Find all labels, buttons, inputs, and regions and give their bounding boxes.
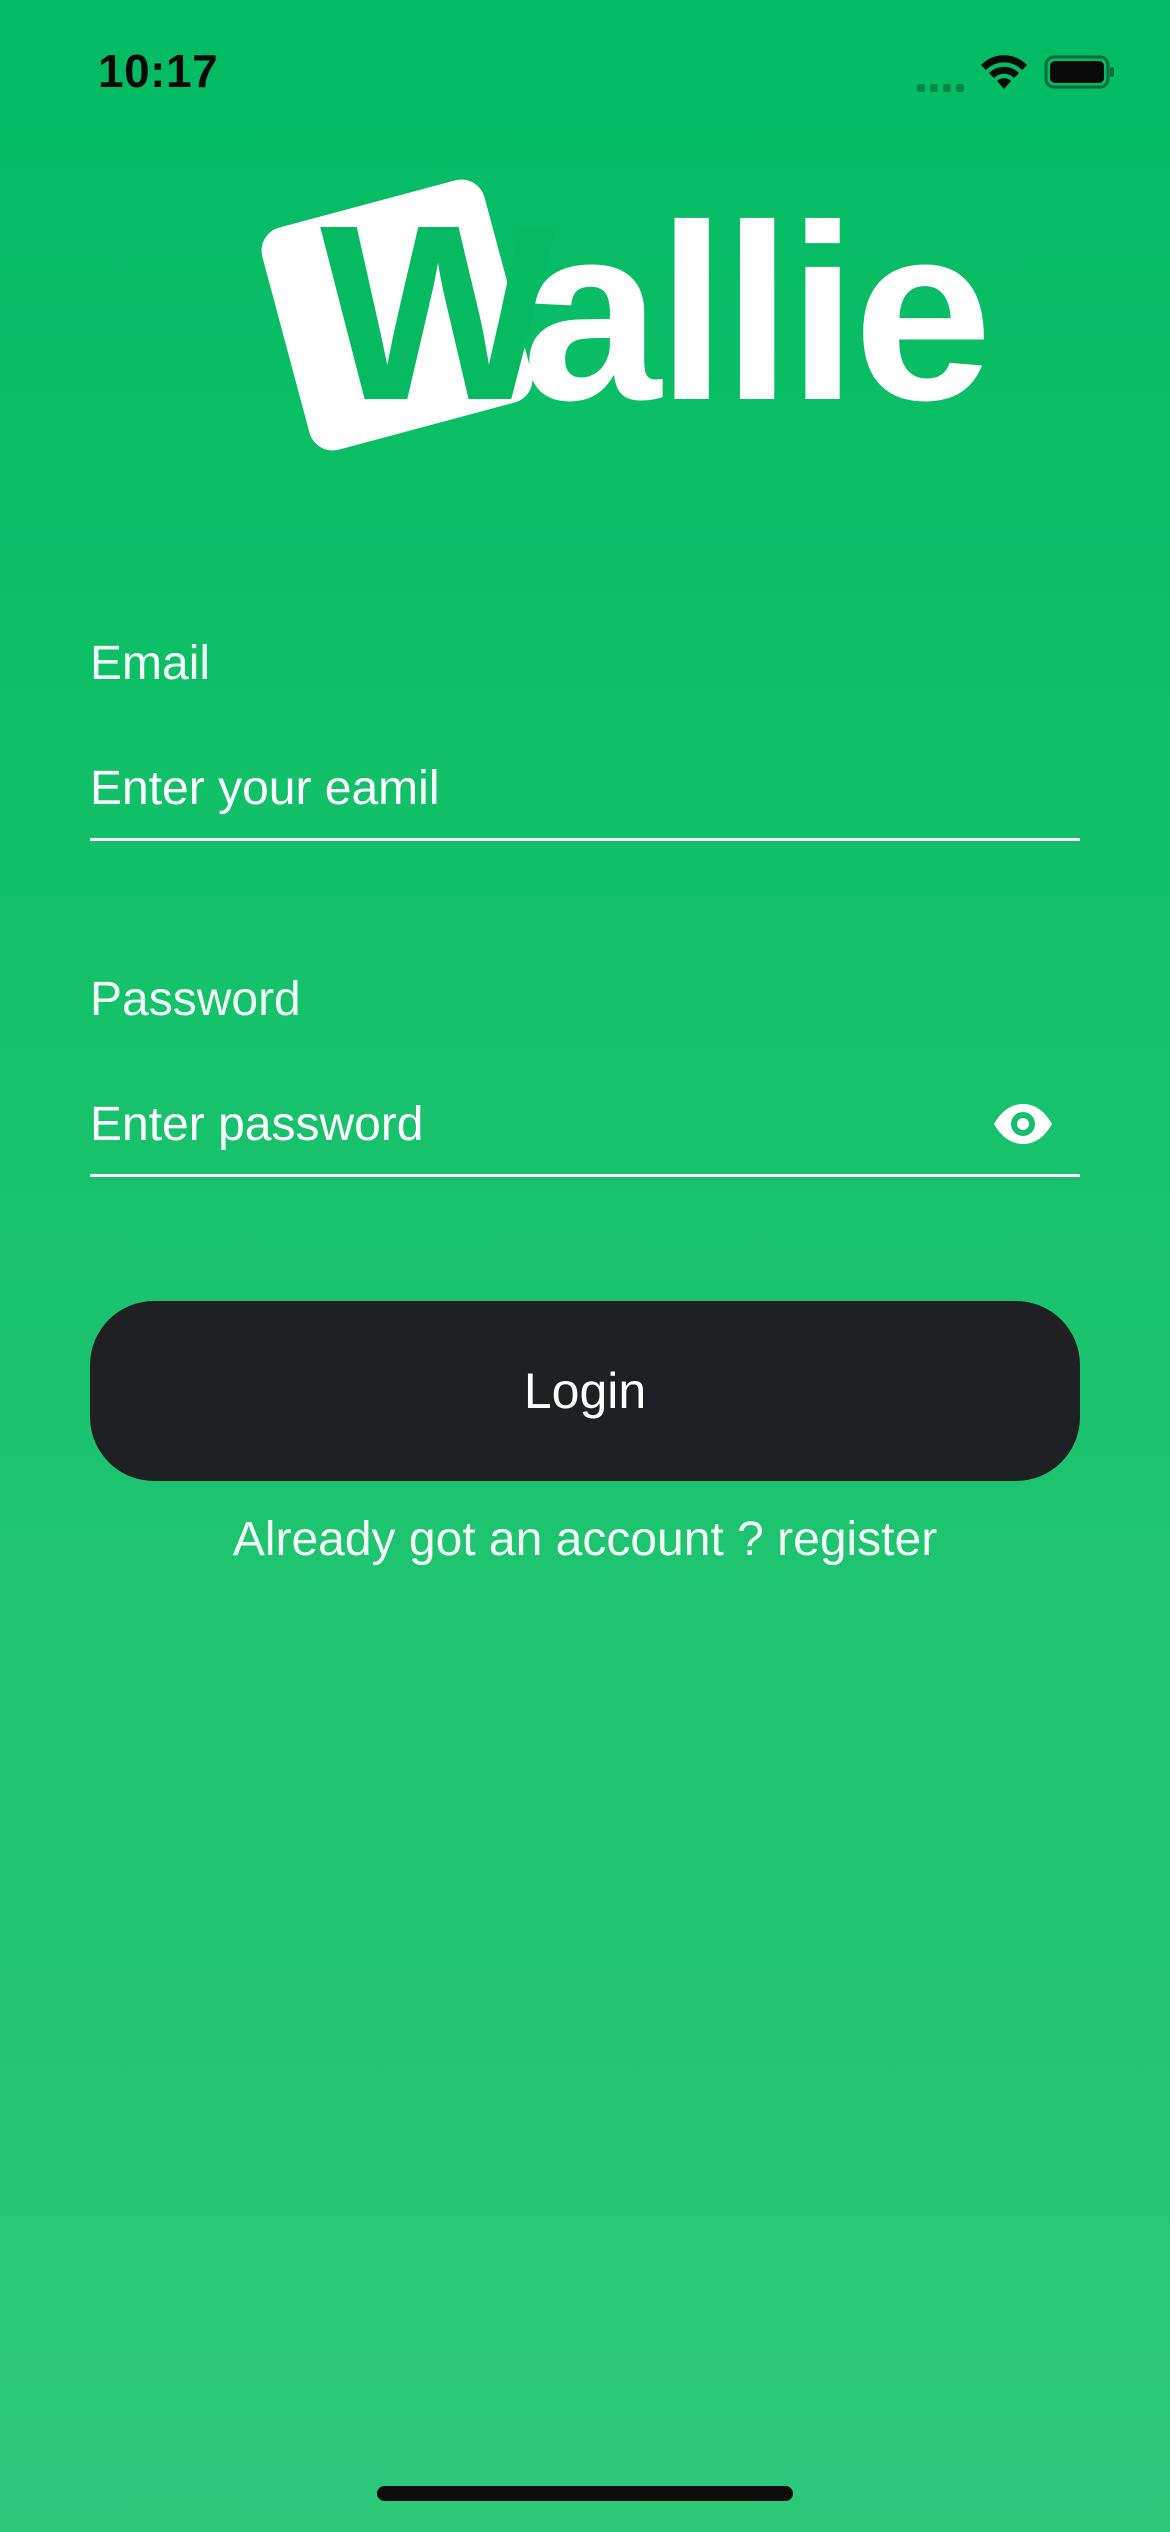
email-input[interactable] — [90, 738, 970, 838]
status-icons — [917, 52, 1116, 92]
logo-wordmark: allie — [522, 173, 992, 452]
status-bar: 10:17 — [0, 0, 1170, 150]
login-screen: 10:17 W allie Email Password — [0, 0, 1170, 2532]
wifi-icon — [981, 55, 1027, 89]
cellular-signal-icon — [917, 68, 964, 92]
email-label: Email — [90, 637, 211, 690]
wallie-logo: W allie — [250, 160, 992, 456]
battery-icon — [1044, 55, 1114, 89]
register-link[interactable]: Already got an account ? register — [0, 1512, 1170, 1567]
password-field — [90, 1074, 1080, 1177]
status-time: 10:17 — [98, 45, 219, 97]
password-label: Password — [90, 973, 301, 1026]
email-field — [90, 738, 1080, 841]
login-button[interactable]: Login — [90, 1301, 1080, 1481]
home-indicator — [377, 2486, 793, 2501]
password-input[interactable] — [90, 1074, 970, 1174]
eye-icon[interactable] — [992, 1102, 1054, 1146]
logo-letter-w: W — [320, 173, 556, 452]
